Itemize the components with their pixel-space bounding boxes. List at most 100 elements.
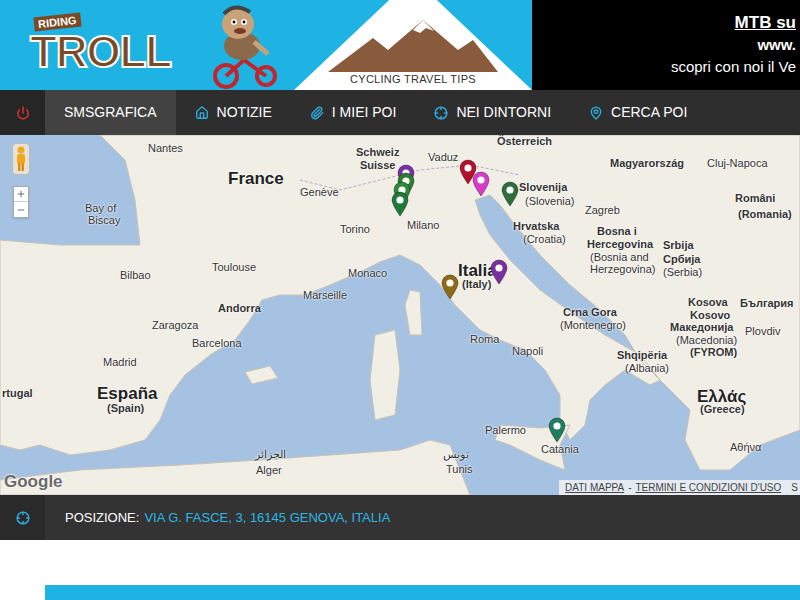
- map-label: Kosova: [688, 297, 728, 308]
- map-label: Tunis: [446, 464, 473, 475]
- map-label: Marseille: [303, 290, 347, 301]
- map-label: Români: [735, 193, 775, 204]
- google-logo[interactable]: Google: [4, 473, 63, 490]
- map-pin-icon[interactable]: [548, 417, 566, 443]
- map-pin-icon[interactable]: [441, 274, 459, 300]
- map-label: България: [740, 298, 794, 309]
- map-pin-icon[interactable]: [501, 181, 519, 207]
- map[interactable]: FranceEspaña(Spain)Italia(Italy)Bay ofBi…: [0, 135, 800, 495]
- tagline-badge: CYCLING TRAVEL TIPS: [294, 0, 532, 90]
- map-label: Ελλάς: [697, 388, 746, 405]
- map-label: (Croatia): [523, 234, 566, 245]
- nav-icon: [589, 106, 603, 120]
- nav-item[interactable]: SMSGRAFICA: [45, 90, 176, 135]
- position-value: VIA G. FASCE, 3, 16145 GENOVA, ITALIA: [144, 508, 390, 528]
- map-label: Plovdiv: [745, 326, 780, 337]
- map-pin-icon[interactable]: [472, 171, 490, 197]
- crosshair-icon: [16, 511, 30, 525]
- map-label: Alger: [256, 465, 282, 476]
- nav-label: NEI DINTORNI: [456, 102, 551, 123]
- map-label: France: [228, 170, 284, 187]
- map-label: Catania: [541, 444, 579, 455]
- map-label: Αθήνα: [730, 442, 761, 453]
- terms-link[interactable]: TERMINI E CONDIZIONI D'USO: [636, 480, 782, 495]
- logo-main: TROLL: [30, 29, 190, 75]
- map-label: Magyarország: [610, 158, 684, 169]
- nav-icon: [310, 106, 324, 120]
- map-label: Nantes: [148, 143, 183, 154]
- map-label: Toulouse: [212, 262, 256, 273]
- map-label: Genève: [300, 187, 339, 198]
- nav-item[interactable]: NEI DINTORNI: [415, 90, 570, 135]
- map-pin-icon[interactable]: [391, 191, 409, 217]
- map-label: (Greece): [700, 404, 745, 415]
- map-label: Vaduz: [428, 152, 458, 163]
- zoom-in-button[interactable]: [14, 187, 28, 202]
- map-label: Srbija: [663, 240, 694, 251]
- map-label: (FYROM): [690, 347, 737, 358]
- zoom-out-button[interactable]: [14, 202, 28, 217]
- map-pin-icon[interactable]: [490, 259, 508, 285]
- plus-icon: [16, 189, 26, 199]
- map-label: Македонија: [670, 322, 733, 333]
- map-label: Madrid: [103, 357, 137, 368]
- nav-item[interactable]: NOTIZIE: [176, 90, 291, 135]
- map-label: Bilbao: [120, 270, 151, 281]
- map-attribution: DATI MAPPA-TERMINI E CONDIZIONI D'USOS: [559, 480, 800, 495]
- nav-icon: [434, 106, 448, 120]
- map-label: Torino: [340, 224, 370, 235]
- minus-icon: [16, 205, 26, 215]
- map-label: Suisse: [360, 160, 395, 171]
- map-label: España: [97, 385, 157, 402]
- map-data-link[interactable]: DATI MAPPA: [565, 480, 624, 495]
- nav-label: SMSGRAFICA: [64, 102, 157, 123]
- map-label: Milano: [407, 220, 439, 231]
- map-label: Österreich: [497, 136, 552, 147]
- site-header: RIDINGTROLL CYCLING TRAVEL TIPS MTB suwww.…: [0, 0, 800, 90]
- map-label: (Slovenia): [525, 196, 575, 207]
- map-label: (Romania): [738, 209, 792, 220]
- mountains-icon: [328, 16, 498, 72]
- position-bar: POSIZIONE:VIA G. FASCE, 3, 16145 GENOVA,…: [0, 495, 800, 540]
- brand-banner: RIDINGTROLL CYCLING TRAVEL TIPS: [0, 0, 532, 90]
- power-button[interactable]: [0, 90, 45, 135]
- promo-line: scopri con noi il Ve: [671, 57, 796, 77]
- map-label: Napoli: [512, 346, 543, 357]
- nav-label: NOTIZIE: [217, 102, 272, 123]
- map-label: Palermo: [485, 425, 526, 436]
- promo-line[interactable]: MTB su: [735, 13, 796, 33]
- map-label: (Macedonia): [676, 335, 737, 346]
- attribution-separator: -: [628, 480, 631, 495]
- promo-line: www.: [757, 35, 796, 55]
- locate-button[interactable]: [0, 495, 45, 540]
- map-label: Cluj-Napoca: [707, 158, 768, 169]
- troll-mascot-icon: [204, 4, 284, 90]
- map-label: (Albania): [625, 363, 669, 374]
- pegman-icon: [16, 146, 26, 172]
- map-label: Andorra: [218, 303, 261, 314]
- map-label: Bay of: [85, 203, 116, 214]
- map-label: Zagreb: [585, 205, 620, 216]
- map-label: Bosna i: [597, 226, 637, 237]
- nav-item[interactable]: CERCA POI: [570, 90, 706, 135]
- power-icon: [16, 106, 30, 120]
- nav-icon: [195, 106, 209, 120]
- street-view-pegman[interactable]: [12, 143, 30, 175]
- nav-item[interactable]: I MIEI POI: [291, 90, 416, 135]
- map-label: (Spain): [107, 403, 144, 414]
- map-label: (Italy): [462, 279, 491, 290]
- map-label: (Serbia): [663, 267, 702, 278]
- map-label: rtugal: [2, 388, 33, 399]
- map-label: Zaragoza: [152, 320, 198, 331]
- map-label: Slovenija: [519, 182, 567, 193]
- map-label: Roma: [470, 334, 499, 345]
- logo[interactable]: RIDINGTROLL: [30, 15, 190, 75]
- map-label: Monaco: [348, 268, 387, 279]
- nav-label: I MIEI POI: [332, 102, 397, 123]
- map-label: Biscay: [88, 215, 120, 226]
- content-strip: [45, 585, 800, 600]
- position-label: POSIZIONE:: [65, 508, 139, 528]
- app: RIDINGTROLL CYCLING TRAVEL TIPS MTB suwww.…: [0, 0, 800, 600]
- map-label: Kosovo: [690, 310, 730, 321]
- map-label: Herzegovina): [590, 264, 655, 275]
